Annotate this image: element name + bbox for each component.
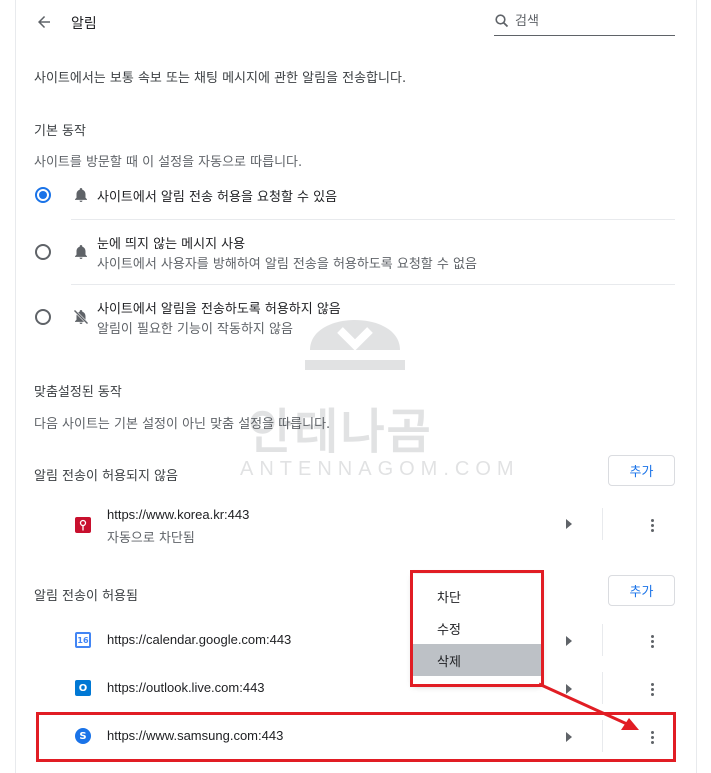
more-options-icon[interactable] (642, 727, 662, 747)
bell-icon (75, 245, 87, 259)
option-quiet-label: 눈에 띄지 않는 메시지 사용 (97, 237, 246, 252)
option-allow-ask-label: 사이트에서 알림 전송 허용을 요청할 수 있음 (97, 190, 338, 205)
page-description: 사이트에서는 보통 속보 또는 채팅 메시지에 관한 알림을 전송합니다. (34, 71, 407, 86)
separator (602, 720, 603, 752)
more-options-icon[interactable] (642, 679, 662, 699)
option-quiet-sub: 사이트에서 사용자를 방해하여 알림 전송을 허용하도록 요청할 수 없음 (97, 257, 477, 272)
site-url: https://outlook.live.com:443 (107, 680, 265, 695)
add-blocked-button[interactable]: 추가 (608, 455, 675, 486)
custom-behavior-title: 맞춤설정된 동작 (34, 385, 122, 400)
divider (71, 284, 675, 285)
samsung-favicon: S (75, 728, 91, 744)
outlook-favicon: O (75, 680, 91, 696)
add-allowed-button[interactable]: 추가 (608, 575, 675, 606)
option-block-sub: 알림이 필요한 기능이 작동하지 않음 (97, 322, 293, 337)
radio-quiet-messaging[interactable] (35, 244, 51, 260)
separator (602, 508, 603, 540)
default-behavior-title: 기본 동작 (34, 124, 86, 139)
bell-off-icon (73, 309, 89, 325)
allowed-section-title: 알림 전송이 허용됨 (34, 589, 138, 604)
search-box[interactable] (494, 9, 675, 36)
more-options-icon[interactable] (642, 631, 662, 651)
divider (71, 219, 675, 220)
menu-item-block[interactable]: 차단 (413, 580, 541, 612)
option-block-label: 사이트에서 알림을 전송하도록 허용하지 않음 (97, 302, 341, 317)
chevron-right-icon[interactable] (565, 519, 573, 529)
korea-favicon (75, 517, 91, 533)
page-title: 알림 (71, 16, 97, 32)
search-icon (495, 14, 509, 28)
menu-item-delete[interactable]: 삭제 (413, 644, 541, 676)
bell-icon (75, 188, 87, 202)
blocked-section-title: 알림 전송이 허용되지 않음 (34, 469, 178, 484)
more-options-icon[interactable] (642, 515, 662, 535)
site-url: https://www.korea.kr:443 (107, 507, 250, 522)
radio-block-all[interactable] (35, 309, 51, 325)
context-menu: 차단 수정 삭제 (413, 574, 541, 684)
back-arrow-icon[interactable] (34, 12, 54, 32)
chevron-right-icon[interactable] (565, 636, 573, 646)
custom-behavior-subtitle: 다음 사이트는 기본 설정이 아닌 맞춤 설정을 따릅니다. (34, 417, 331, 432)
radio-allow-ask[interactable] (35, 187, 51, 203)
site-url: https://www.samsung.com:443 (107, 728, 284, 743)
chevron-right-icon[interactable] (565, 732, 573, 742)
separator (602, 624, 603, 656)
search-input[interactable] (515, 11, 671, 31)
site-url: https://calendar.google.com:443 (107, 632, 292, 647)
chevron-right-icon[interactable] (565, 684, 573, 694)
menu-item-edit[interactable]: 수정 (413, 612, 541, 644)
site-status: 자동으로 차단됨 (107, 531, 195, 546)
google-calendar-favicon: 16 (75, 632, 91, 648)
default-behavior-subtitle: 사이트를 방문할 때 이 설정을 자동으로 따릅니다. (34, 155, 303, 170)
separator (602, 672, 603, 704)
